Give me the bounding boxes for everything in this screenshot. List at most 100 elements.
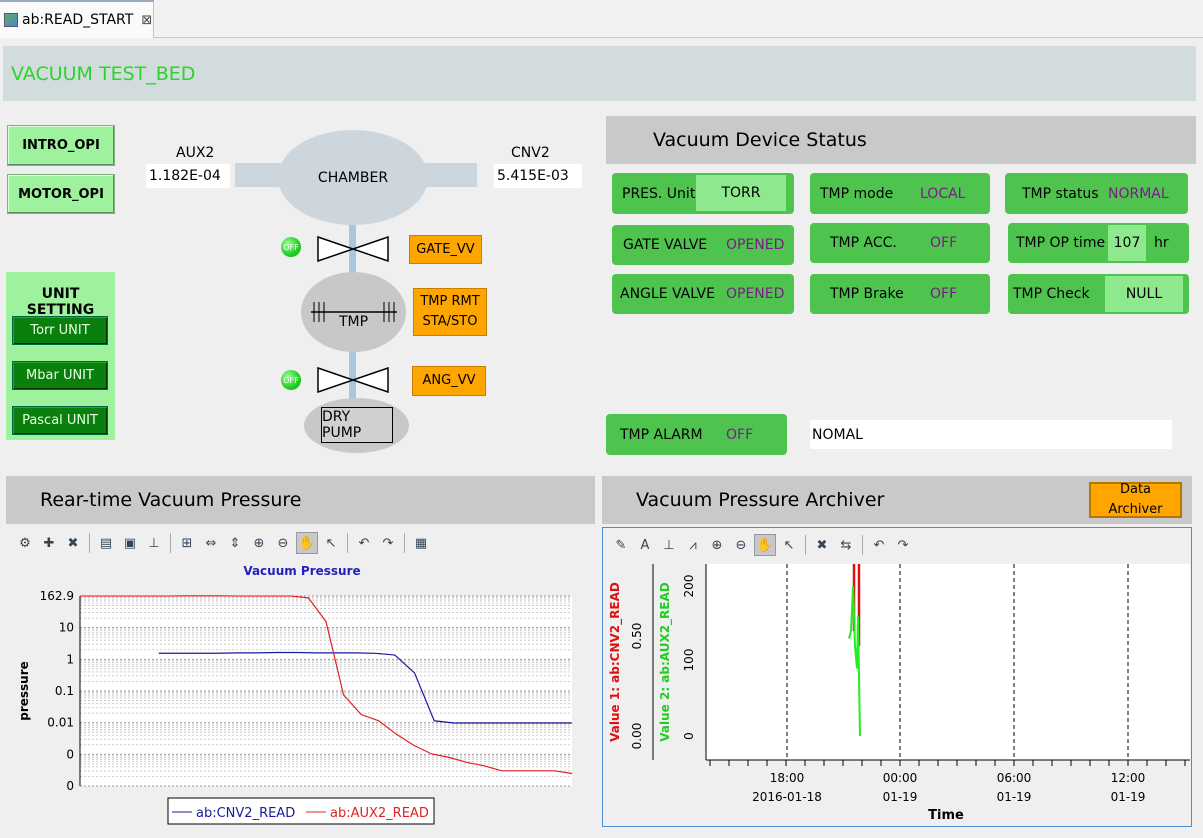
pres-unit-value: TORR (696, 175, 786, 211)
toggle-toolbar-icon[interactable]: ▣ (119, 532, 141, 554)
tmp-acc-status: TMP ACC. OFF (810, 223, 990, 263)
time-config-icon[interactable]: ⇆ (835, 534, 857, 556)
zoom-out-icon[interactable]: ⊖ (730, 534, 752, 556)
tmp-acc-label: TMP ACC. (830, 235, 897, 251)
tmp-check-value: NULL (1105, 276, 1183, 312)
realtime-pressure-chart[interactable]: Vacuum Pressure 162.9 10 1 0.1 0.01 0 0 pressure… (6, 560, 595, 830)
plot-area (706, 564, 1190, 760)
motor-opi-button[interactable]: MOTOR_OPI (7, 174, 115, 214)
x-tick-time: 06:00 (997, 771, 1032, 785)
tmp-op-time-label: TMP OP time (1016, 235, 1106, 251)
toolbar-separator (170, 533, 171, 553)
tmp-brake-label: TMP Brake (830, 286, 904, 302)
tmp-sta-sto-label: STA/STO (422, 314, 478, 329)
archiver-toolbar: ✎ A ⊥ ⩘ ⊕ ⊖ ✋ ↖ ✖ ⇆ ↶ ↷ (610, 534, 914, 556)
x-tick-time: 12:00 (1111, 771, 1146, 785)
tmp-brake-value: OFF (930, 286, 958, 302)
x-tick-date: 2016-01-18 (752, 790, 822, 804)
x-tick-time: 00:00 (883, 771, 918, 785)
tab-bar: ab:READ_START ⊠ (0, 0, 1203, 38)
zoom-in-icon[interactable]: ⊕ (706, 534, 728, 556)
opi-file-icon (4, 13, 18, 27)
y1-axis-label: Value 1: ab:CNV2_READ (608, 582, 623, 742)
tab-title: ab:READ_START (22, 12, 134, 28)
archiver-pressure-chart[interactable]: Value 1: ab:CNV2_READ Value 2: ab:AUX2_RE… (603, 560, 1191, 826)
x-tick-time: 18:00 (770, 771, 805, 785)
y2-tick-label: 0 (682, 732, 696, 740)
x-tick-date: 01-19 (883, 790, 918, 804)
pan-icon[interactable]: ✋ (296, 532, 318, 554)
tmp-mode-status: TMP mode LOCAL (810, 173, 990, 214)
gate-valve-label: GATE VALVE (623, 237, 708, 253)
page-title: VACUUM TEST_BED (3, 46, 1196, 101)
pointer-icon[interactable]: ↖ (778, 534, 800, 556)
add-trace-icon[interactable]: ✚ (38, 532, 60, 554)
close-icon[interactable]: ⊠ (141, 13, 152, 28)
configure-icon[interactable]: ⚙ (14, 532, 36, 554)
intro-opi-button[interactable]: INTRO_OPI (7, 125, 115, 166)
aux2-label: AUX2 (176, 145, 215, 161)
undo-icon[interactable]: ↶ (868, 534, 890, 556)
redo-icon[interactable]: ↷ (892, 534, 914, 556)
tmp-op-time-value: 107 (1108, 225, 1146, 261)
mbar-unit-button[interactable]: Mbar UNIT (12, 361, 108, 390)
device-status-title: Vacuum Device Status (606, 116, 1196, 164)
zoom-out-icon[interactable]: ⊖ (272, 532, 294, 554)
toggle-legend-icon[interactable]: ▤ (95, 532, 117, 554)
torr-unit-button[interactable]: Torr UNIT (12, 316, 108, 345)
zoom-in-icon[interactable]: ⊕ (248, 532, 270, 554)
y-tick-label: 0.1 (55, 684, 74, 698)
tmp-brake-status: TMP Brake OFF (810, 274, 990, 314)
angle-valve-led: OFF (281, 370, 301, 390)
alarm-message-field: NOMAL (810, 420, 1172, 449)
pascal-unit-button[interactable]: Pascal UNIT (12, 406, 108, 435)
ang-vv-button[interactable]: ANG_VV (412, 366, 486, 396)
rubberband-zoom-icon[interactable]: ⊞ (176, 532, 198, 554)
tmp-mode-value: LOCAL (920, 185, 966, 202)
pres-unit-label: PRES. Unit (622, 185, 696, 202)
x-tick-date: 01-19 (997, 790, 1032, 804)
x-tick-date: 01-19 (1111, 790, 1146, 804)
dry-pump-button[interactable]: DRY PUMP (321, 407, 393, 443)
cnv2-value: 5.415E-03 (494, 164, 582, 188)
pan-icon[interactable]: ✋ (754, 534, 776, 556)
remove-icon[interactable]: ✖ (811, 534, 833, 556)
gate-valve-value: OPENED (726, 237, 785, 253)
data-archiver-button[interactable]: Data Archiver (1089, 482, 1182, 518)
horizontal-zoom-icon[interactable]: ⇔ (200, 532, 222, 554)
gate-valve-icon[interactable] (317, 236, 389, 262)
tmp-rmt-label: TMP RMT (420, 294, 480, 309)
y2-axis-label: Value 2: ab:AUX2_READ (658, 582, 673, 742)
tab-read-start[interactable]: ab:READ_START ⊠ (0, 0, 154, 38)
y-tick-label: 0 (66, 779, 74, 793)
chart-icon[interactable]: ⩘ (682, 534, 704, 556)
tmp-alarm-value: OFF (726, 426, 754, 443)
auto-scale-icon[interactable]: A (634, 534, 656, 556)
tmp-status-status: TMP status NORMAL (1005, 173, 1188, 214)
configure-axis-icon[interactable]: ✎ (610, 534, 632, 556)
tmp-rmt-button[interactable]: TMP RMT STA/STO (413, 288, 487, 336)
gate-valve-led: OFF (281, 237, 301, 257)
gate-vv-button[interactable]: GATE_VV (409, 235, 482, 264)
axis-icon[interactable]: ⊥ (143, 532, 165, 554)
tmp-status-value: NORMAL (1108, 185, 1169, 202)
y-tick-label: 0.01 (47, 716, 74, 730)
vertical-zoom-icon[interactable]: ⇕ (224, 532, 246, 554)
remove-trace-icon[interactable]: ✖ (62, 532, 84, 554)
y-tick-label: 10 (59, 621, 74, 635)
angle-valve-icon[interactable] (317, 367, 389, 393)
toolbar-separator (347, 533, 348, 553)
y1-tick-label: 0.00 (630, 723, 644, 750)
stagger-icon[interactable]: ⊥ (658, 534, 680, 556)
chart-title: Vacuum Pressure (243, 564, 360, 578)
redo-icon[interactable]: ↷ (377, 532, 399, 554)
undo-icon[interactable]: ↶ (353, 532, 375, 554)
pointer-icon[interactable]: ↖ (320, 532, 342, 554)
toolbar-separator (862, 535, 863, 555)
y-tick-label: 162.9 (40, 589, 74, 603)
snapshot-icon[interactable]: ▦ (410, 532, 432, 554)
aux2-value: 1.182E-04 (146, 164, 230, 188)
tmp-op-time-unit: hr (1154, 235, 1169, 251)
unit-setting-panel: UNIT SETTING Torr UNIT Mbar UNIT Pascal … (6, 272, 115, 440)
toolbar-separator (805, 535, 806, 555)
